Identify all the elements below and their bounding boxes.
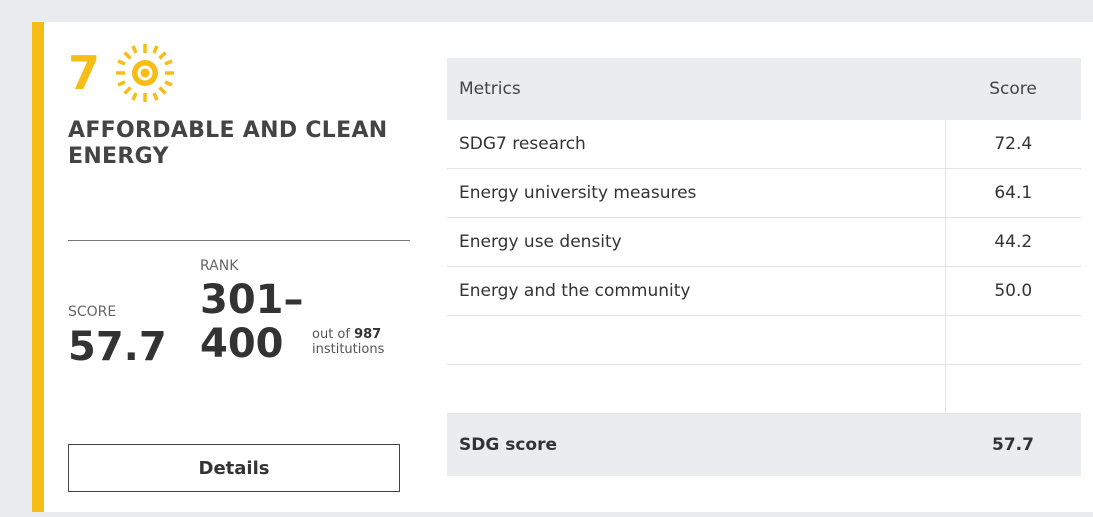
sdg-number: 7 <box>68 46 101 100</box>
table-row: Energy university measures 64.1 <box>447 168 1081 218</box>
sdg-card: 7 AFFORDABLE AND CLEAN ENERGY RANK SCORE… <box>32 22 1093 512</box>
header-score: Score <box>945 58 1081 120</box>
total-row: SDG score 57.7 <box>447 413 1081 476</box>
metric-name: SDG7 research <box>447 120 945 169</box>
rank-label: RANK <box>200 258 239 274</box>
total-label: SDG score <box>447 413 945 476</box>
metric-name <box>447 315 945 365</box>
total-score: 57.7 <box>945 413 1081 476</box>
metric-score: 44.2 <box>944 217 1081 267</box>
out-of-prefix: out of <box>312 327 350 342</box>
metric-score: 50.0 <box>944 266 1081 316</box>
score-value: 57.7 <box>68 324 167 370</box>
table-header-row: Metrics Score <box>447 58 1081 120</box>
sun-icon <box>116 44 175 102</box>
rank-value: 301–400 <box>200 277 304 367</box>
table-row <box>447 364 1081 414</box>
institutions-count: out of 987 institutions <box>312 327 384 357</box>
metric-score <box>944 315 1081 365</box>
divider <box>68 240 410 241</box>
metric-name: Energy use density <box>447 217 945 267</box>
table-row: SDG7 research 72.4 <box>447 120 1081 169</box>
metric-name: Energy university measures <box>447 168 945 218</box>
table-row <box>447 315 1081 365</box>
score-label: SCORE <box>68 304 117 320</box>
metric-score <box>944 364 1081 414</box>
metric-name <box>447 364 945 414</box>
metric-score: 72.4 <box>944 120 1081 169</box>
metrics-table: Metrics Score SDG7 research 72.4 Energy … <box>447 58 1081 476</box>
out-of-suffix: institutions <box>312 342 385 357</box>
details-button[interactable]: Details <box>68 444 400 492</box>
table-row: Energy use density 44.2 <box>447 217 1081 267</box>
page-background: 7 AFFORDABLE AND CLEAN ENERGY RANK SCORE… <box>0 0 1093 517</box>
out-of-count: 987 <box>354 327 382 342</box>
header-metrics: Metrics <box>447 58 945 120</box>
sdg-title: AFFORDABLE AND CLEAN ENERGY <box>68 118 388 169</box>
sdg-header: 7 <box>68 42 176 104</box>
metric-score: 64.1 <box>944 168 1081 218</box>
metric-name: Energy and the community <box>447 266 945 316</box>
table-row: Energy and the community 50.0 <box>447 266 1081 316</box>
